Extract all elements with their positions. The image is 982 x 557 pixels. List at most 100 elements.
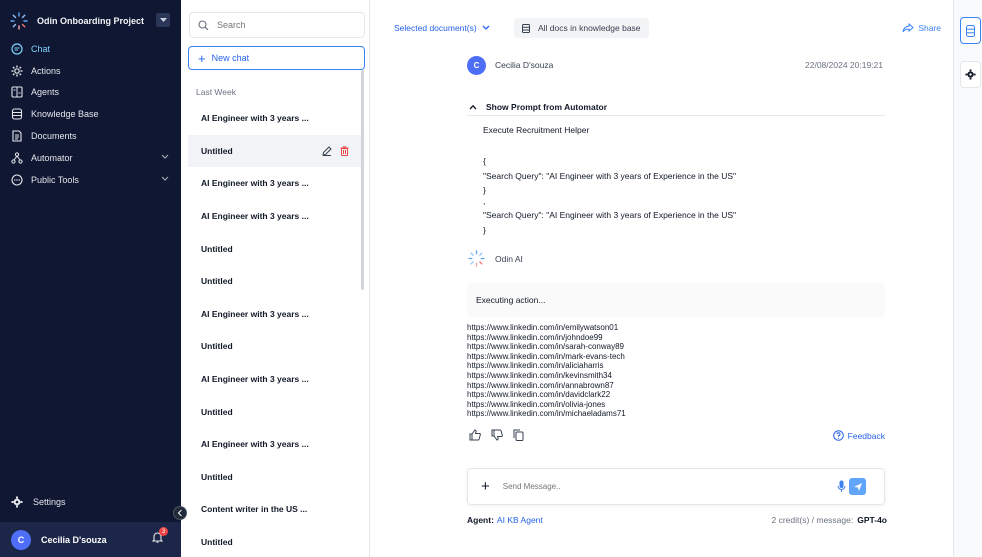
chat-title: Untitled <box>201 276 233 287</box>
all-docs-chip[interactable]: All docs in knowledge base <box>514 18 649 38</box>
prompt-line: { <box>483 156 486 166</box>
thumbs-down-icon[interactable] <box>491 429 503 441</box>
sidebar-item-actions[interactable]: Actions <box>0 60 181 82</box>
chat-history-item[interactable]: Content writer in the US ... <box>188 493 363 526</box>
chat-list-panel: + New chat Last Week AI Engineer with 3 … <box>181 0 370 557</box>
profile-link[interactable]: https://www.linkedin.com/in/emilywatson0… <box>467 323 867 333</box>
chat-history-item[interactable]: Untitled <box>188 134 363 168</box>
user-profile[interactable]: C Cecilia D'souza 3 <box>0 522 181 557</box>
sidebar-item-documents[interactable]: Documents <box>0 125 181 147</box>
chevron-down-icon[interactable] <box>161 154 169 160</box>
sidebar: Odin Onboarding Project Chat Actions Age… <box>0 0 181 557</box>
prompt-toggle-label: Show Prompt from Automator <box>486 101 608 112</box>
avatar: C <box>467 55 486 75</box>
chat-history-list: AI Engineer with 3 years ... Untitled AI E… <box>188 102 363 557</box>
odin-logo-icon <box>10 12 28 30</box>
selected-documents-label: Selected document(s) <box>394 23 477 33</box>
chat-history-item[interactable]: AI Engineer with 3 years ... <box>188 200 363 233</box>
gear-icon <box>11 65 23 77</box>
model-selector[interactable]: GPT-4o <box>857 515 887 525</box>
user-message-header: C Cecilia D'souza 22/08/2024 20:19:21 <box>467 54 885 76</box>
chat-list-scrollbar[interactable] <box>361 70 364 290</box>
attach-plus-icon[interactable]: + <box>481 479 490 494</box>
database-icon <box>522 23 530 33</box>
prompt-line: } <box>483 225 486 235</box>
message-input[interactable] <box>502 482 803 491</box>
chat-history-item[interactable]: Untitled <box>188 526 363 557</box>
thumbs-up-icon[interactable] <box>469 429 481 441</box>
microphone-icon[interactable] <box>837 480 846 493</box>
chat-history-item[interactable]: Untitled <box>188 395 363 428</box>
copy-icon[interactable] <box>513 429 524 441</box>
chat-history-item[interactable]: Untitled <box>188 232 363 265</box>
chat-main: Selected document(s) All docs in knowled… <box>371 0 953 557</box>
chat-history-item[interactable]: Untitled <box>188 461 363 494</box>
sidebar-item-chat[interactable]: Chat <box>0 38 181 60</box>
share-label: Share <box>918 23 941 33</box>
caret-down-icon <box>159 17 167 22</box>
knowledge-base-panel-button[interactable] <box>960 17 981 44</box>
chat-history-item[interactable]: Untitled <box>188 330 363 363</box>
show-prompt-toggle[interactable]: Show Prompt from Automator <box>467 98 885 116</box>
sidebar-item-settings[interactable]: Settings <box>11 496 66 508</box>
project-name: Odin Onboarding Project <box>37 16 145 26</box>
selected-documents-dropdown[interactable]: Selected document(s) <box>394 23 490 33</box>
document-icon <box>12 130 22 142</box>
new-chat-button[interactable]: + New chat <box>188 46 365 70</box>
chat-history-item[interactable]: AI Engineer with 3 years ... <box>188 363 363 396</box>
chevron-down-icon[interactable] <box>161 176 169 182</box>
chat-icon <box>11 43 23 55</box>
chat-history-item[interactable]: Untitled <box>188 265 363 298</box>
message-timestamp: 22/08/2024 20:19:21 <box>805 60 883 70</box>
chat-title: AI Engineer with 3 years ... <box>201 308 309 319</box>
project-dropdown-button[interactable] <box>156 13 170 27</box>
project-switcher[interactable]: Odin Onboarding Project <box>6 8 176 34</box>
agent-selector[interactable]: AI KB Agent <box>497 515 543 525</box>
chat-history-item[interactable]: AI Engineer with 3 years ... <box>188 428 363 461</box>
profile-link[interactable]: https://www.linkedin.com/in/aliciaharris <box>467 361 867 371</box>
chevron-left-icon <box>177 509 182 517</box>
bot-name: Odin AI <box>495 253 523 264</box>
chat-settings-button[interactable] <box>960 61 981 88</box>
chat-history-item[interactable]: AI Engineer with 3 years ... <box>188 298 363 331</box>
search-box[interactable] <box>189 12 365 38</box>
trash-icon[interactable] <box>340 145 349 156</box>
sidebar-item-public-tools[interactable]: Public Tools <box>0 169 181 191</box>
chat-history-item[interactable]: AI Engineer with 3 years ... <box>188 102 363 135</box>
all-docs-label: All docs in knowledge base <box>538 23 641 33</box>
profile-link[interactable]: https://www.linkedin.com/in/davidclark22 <box>467 390 867 400</box>
execution-status: Executing action... <box>467 283 885 317</box>
sidebar-item-agents[interactable]: Agents <box>0 82 181 104</box>
sidebar-item-automator[interactable]: Automator <box>0 147 181 169</box>
send-button[interactable] <box>849 478 866 495</box>
edit-pencil-icon[interactable] <box>322 145 332 156</box>
profile-link[interactable]: https://www.linkedin.com/in/olivia-jones <box>467 400 867 410</box>
sidebar-item-knowledge-base[interactable]: Knowledge Base <box>0 103 181 125</box>
chat-title: AI Engineer with 3 years ... <box>201 439 309 450</box>
profile-link[interactable]: https://www.linkedin.com/in/mark-evans-t… <box>467 352 867 362</box>
chat-title: Untitled <box>201 341 233 352</box>
profile-link[interactable]: https://www.linkedin.com/in/annabrown87 <box>467 381 867 391</box>
settings-label: Settings <box>33 497 66 507</box>
collapse-sidebar-button[interactable] <box>173 506 187 520</box>
profile-link[interactable]: https://www.linkedin.com/in/michaeladams… <box>467 409 867 419</box>
right-rail <box>953 0 982 557</box>
prompt-line: "Search Query": "AI Engineer with 3 year… <box>483 171 737 181</box>
prompt-line: } <box>483 185 486 195</box>
share-button[interactable]: Share <box>902 23 941 33</box>
credits-label: 2 credit(s) / message: <box>771 515 854 525</box>
profile-link[interactable]: https://www.linkedin.com/in/kevinsmith34 <box>467 371 867 381</box>
agent-label: Agent: <box>467 515 494 525</box>
search-input[interactable] <box>217 20 357 30</box>
chat-title: AI Engineer with 3 years ... <box>201 211 309 222</box>
chat-history-item[interactable]: AI Engineer with 3 years ... <box>188 167 363 200</box>
tools-icon <box>11 174 23 186</box>
profile-link[interactable]: https://www.linkedin.com/in/johndoe99 <box>467 333 867 343</box>
sidebar-item-label: Automator <box>31 152 73 163</box>
chevron-up-icon <box>469 104 477 109</box>
profile-link[interactable]: https://www.linkedin.com/in/sarah-conway… <box>467 342 867 352</box>
gear-icon <box>965 69 976 80</box>
period-label: Last Week <box>196 87 237 97</box>
sidebar-item-label: Knowledge Base <box>31 109 99 120</box>
feedback-button[interactable]: Feedback <box>832 430 885 441</box>
